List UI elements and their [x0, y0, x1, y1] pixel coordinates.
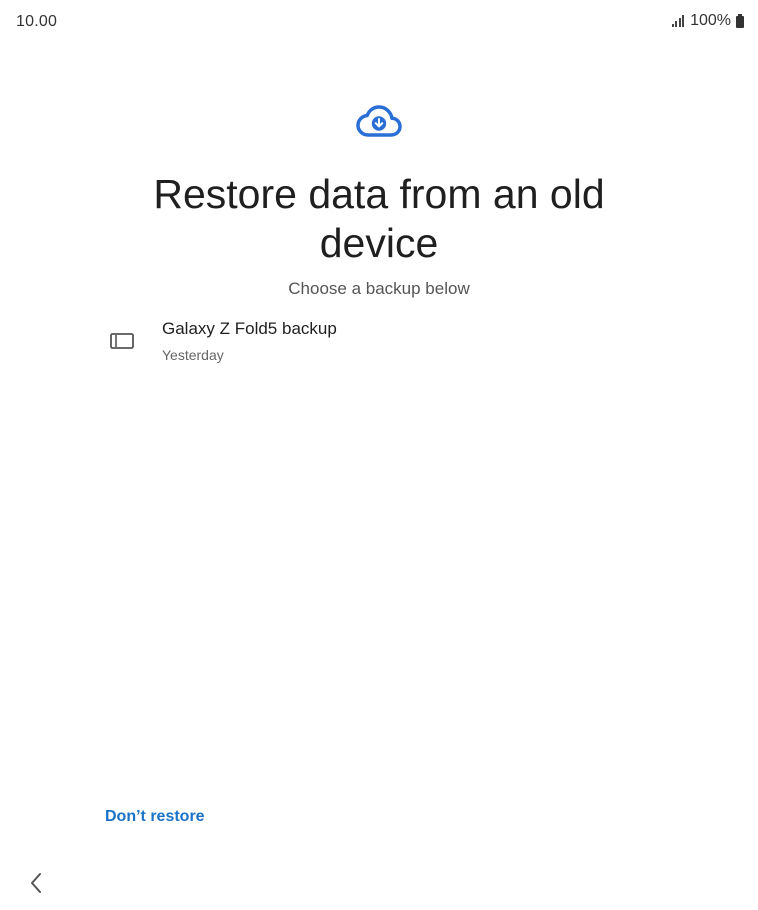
- backup-date: Yesterday: [162, 347, 224, 363]
- page-subtitle: Choose a backup below: [288, 279, 470, 298]
- cloud-download-icon: [356, 105, 402, 137]
- page-title: Restore data from an old device: [153, 171, 605, 266]
- battery-icon: [736, 14, 744, 28]
- backup-name: Galaxy Z Fold5 backup: [162, 319, 337, 338]
- status-bar: 10.00 100%: [0, 0, 758, 44]
- signal-icon: [671, 15, 685, 27]
- status-indicators: 100%: [671, 12, 744, 30]
- status-time: 10.00: [16, 13, 58, 30]
- dont-restore-button[interactable]: Don’t restore: [105, 808, 205, 826]
- device-icon: [110, 333, 134, 349]
- chevron-left-icon[interactable]: [24, 868, 48, 898]
- battery-percentage: 100%: [690, 12, 731, 29]
- backup-list-item[interactable]: Galaxy Z Fold5 backup Yesterday: [96, 310, 662, 376]
